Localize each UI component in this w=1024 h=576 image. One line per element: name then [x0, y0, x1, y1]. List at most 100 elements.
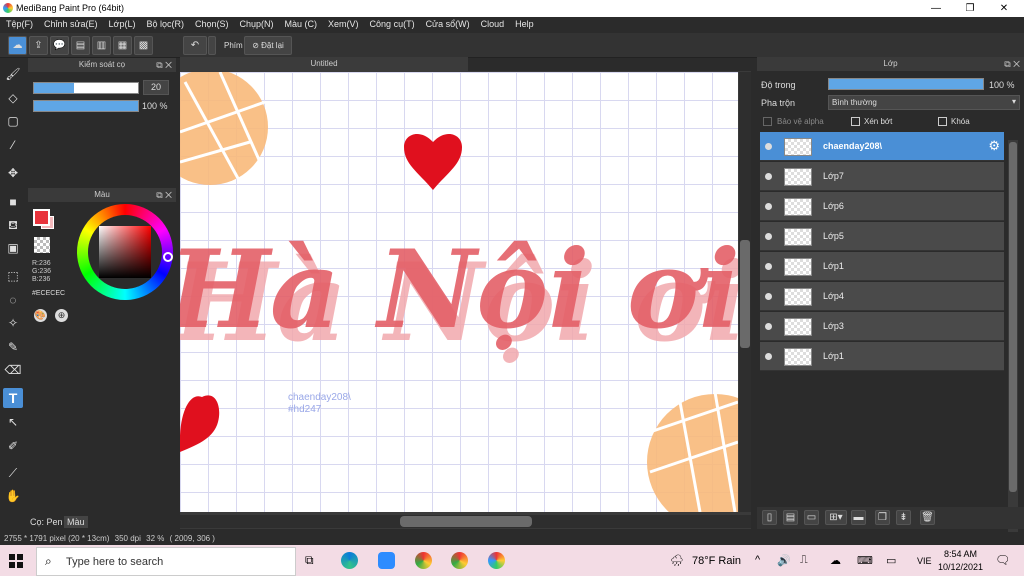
undo-button[interactable]: ↶ [183, 36, 207, 55]
palette-add-icon[interactable]: ⊕ [55, 309, 68, 322]
hand-tool-icon[interactable]: ✋ [3, 486, 23, 506]
zoom-icon[interactable] [378, 552, 395, 569]
medibang-icon[interactable] [488, 552, 505, 569]
rectangle-tool-icon[interactable]: ▢ [3, 111, 23, 131]
layer-row[interactable]: Lớp3 [760, 312, 1004, 341]
eye-icon[interactable] [765, 323, 772, 330]
text-tool-icon[interactable]: T [3, 388, 23, 408]
folder-icon[interactable]: ▬ [851, 510, 866, 525]
weather-text[interactable]: 78°F Rain [692, 555, 741, 567]
network-icon[interactable]: ⎍ [800, 554, 808, 567]
new-halftone-layer-icon[interactable]: ▤ [783, 510, 798, 525]
lock-checkbox[interactable] [938, 117, 947, 126]
fill-rect-tool-icon[interactable]: ■ [3, 192, 23, 212]
layer-scroll-thumb[interactable] [1009, 142, 1017, 492]
bucket-tool-icon[interactable]: ⛾ [3, 215, 23, 235]
keyboard-icon[interactable]: ⌨ [857, 554, 873, 567]
gradient-tool-icon[interactable]: ▣ [3, 238, 23, 258]
menu-color[interactable]: Màu (C) [279, 17, 323, 29]
brush-tab[interactable]: Cọ: Pen [30, 517, 63, 527]
menu-file[interactable]: Tệp(F) [0, 17, 38, 29]
volume-icon[interactable]: 🔊 [777, 554, 791, 567]
page-icon[interactable]: ▥ [92, 36, 111, 55]
brush-opacity-slider[interactable] [33, 100, 139, 112]
add-layer-menu-icon[interactable]: ⊞▾ [825, 510, 847, 525]
transparent-swatch[interactable] [34, 237, 50, 253]
eraser-tool-icon[interactable]: ◇ [3, 88, 23, 108]
new-8bit-layer-icon[interactable]: ▭ [804, 510, 819, 525]
new-layer-icon[interactable]: ▯ [762, 510, 777, 525]
eye-icon[interactable] [765, 173, 772, 180]
layer-row[interactable]: Lớp6 [760, 192, 1004, 221]
color-panel-close-icon[interactable]: ⧉ ✕ [156, 188, 172, 202]
menu-cloud[interactable]: Cloud [475, 17, 510, 29]
clock-date[interactable]: 10/12/2021 [938, 562, 983, 572]
cloud-icon[interactable]: ☁ [8, 36, 27, 55]
hue-wheel[interactable] [77, 204, 173, 300]
notification-icon[interactable]: 🗨 [995, 553, 1010, 567]
maximize-button[interactable]: ❐ [956, 1, 984, 16]
menu-view[interactable]: Xem(V) [322, 17, 364, 29]
layer-row[interactable]: chaenday208\ ⚙ [760, 132, 1004, 161]
select-rect-icon[interactable]: ⬚ [3, 266, 23, 286]
dot-brush-icon[interactable]: ⁄ [3, 135, 23, 155]
lasso-tool-icon[interactable]: ◌ [3, 290, 23, 310]
magic-wand-icon[interactable]: ✧ [3, 313, 23, 333]
blend-mode-select[interactable]: Bình thường ▾ [828, 95, 1020, 110]
close-button[interactable]: ✕ [990, 1, 1018, 16]
clipping-checkbox[interactable] [851, 117, 860, 126]
select-eraser-icon[interactable]: ⌫ [3, 360, 23, 380]
menu-window[interactable]: Cửa sổ(W) [420, 17, 475, 29]
onedrive-icon[interactable]: ☁ [830, 554, 841, 567]
eyedropper-icon[interactable]: ⟋ [3, 463, 23, 483]
eye-icon[interactable] [765, 233, 772, 240]
eye-icon[interactable] [765, 293, 772, 300]
canvas-tab[interactable]: Untitled [180, 57, 468, 71]
reset-button[interactable]: ⊘ Đặt lại [244, 36, 292, 55]
edge-icon[interactable] [341, 552, 358, 569]
toolbar-handle[interactable] [208, 36, 216, 55]
select-pen-icon[interactable]: ✎ [3, 337, 23, 357]
layer-row[interactable]: Lớp1 [760, 342, 1004, 371]
speech-bubble-icon[interactable]: 💬 [50, 36, 69, 55]
protect-alpha-checkbox[interactable] [763, 117, 772, 126]
menu-help[interactable]: Help [509, 17, 539, 29]
eye-icon[interactable] [765, 203, 772, 210]
vertical-scroll-thumb[interactable] [740, 240, 750, 348]
operation-tool-icon[interactable]: ↖ [3, 412, 23, 432]
menu-layer[interactable]: Lớp(L) [103, 17, 141, 29]
chrome-profile-icon[interactable] [451, 552, 468, 569]
menu-tools[interactable]: Công cụ(T) [364, 17, 420, 29]
pen-tool-icon[interactable]: ✐ [3, 436, 23, 456]
language-indicator[interactable]: VIE [917, 556, 932, 566]
brush-size-value[interactable]: 20 [143, 80, 169, 95]
eye-icon[interactable] [765, 263, 772, 270]
share-icon[interactable]: ⇪ [29, 36, 48, 55]
comment-icon[interactable]: ▤ [71, 36, 90, 55]
eye-icon[interactable] [765, 143, 772, 150]
saturation-square[interactable] [99, 226, 151, 278]
primary-color-swatch[interactable] [33, 209, 50, 226]
drawing-canvas[interactable]: Hà Nội ơi Hà Nội ơi chaenday208\ #hd247 [180, 72, 738, 512]
layers-panel-close-icon[interactable]: ⧉ ✕ [1004, 57, 1020, 71]
menu-filter[interactable]: Bộ lọc(R) [140, 17, 189, 29]
minimize-button[interactable]: — [922, 1, 950, 16]
horizontal-scroll-thumb[interactable] [400, 516, 532, 527]
brush-tool-icon[interactable]: 🖌 [3, 64, 23, 84]
layer-row[interactable]: Lớp5 [760, 222, 1004, 251]
menu-edit[interactable]: Chỉnh sửa(E) [38, 17, 103, 29]
windows-start-icon[interactable] [9, 554, 23, 568]
menu-select[interactable]: Chọn(S) [189, 17, 234, 29]
display-icon[interactable]: ▭ [886, 554, 896, 567]
move-tool-icon[interactable]: ✥ [3, 163, 23, 183]
eye-icon[interactable] [765, 353, 772, 360]
gear-icon[interactable]: ⚙ [988, 138, 1000, 154]
panel-close-icon[interactable]: ⧉ ✕ [156, 58, 172, 72]
palette-icon[interactable]: 🎨 [34, 309, 47, 322]
color-tab[interactable]: Màu [64, 516, 88, 528]
chevron-up-icon[interactable]: ^ [755, 554, 760, 566]
horizontal-scrollbar[interactable] [180, 515, 751, 528]
layer-row[interactable]: Lớp7 [760, 162, 1004, 191]
layer-row[interactable]: Lớp1 [760, 252, 1004, 281]
trash-icon[interactable]: 🗑 [920, 510, 935, 525]
